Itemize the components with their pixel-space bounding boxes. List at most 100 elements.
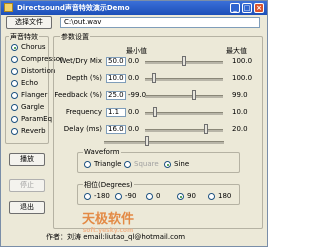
effect-option-distortion[interactable]: Distortion (11, 67, 55, 77)
radio-button[interactable] (164, 161, 171, 168)
param-slider-thumb[interactable] (153, 107, 157, 117)
waveform-option-label: Sine (174, 160, 190, 168)
effect-option-label: Chorus (21, 43, 46, 51)
param-min: 0.0 (128, 125, 140, 133)
phase-option[interactable]: 0 (146, 192, 176, 202)
extra-slider-thumb[interactable] (145, 136, 149, 146)
radio-button[interactable] (11, 104, 18, 111)
param-min: 0.0 (128, 74, 140, 82)
radio-button[interactable] (84, 193, 91, 200)
radio-button[interactable] (208, 193, 215, 200)
extra-slider-track[interactable] (104, 141, 224, 144)
effect-option-reverb[interactable]: Reverb (11, 127, 49, 137)
watermark-text: 天极软件 (81, 212, 134, 227)
param-slider-thumb[interactable] (204, 124, 208, 134)
phase-option[interactable]: -180 (84, 192, 114, 202)
param-max: 99.0 (232, 91, 248, 99)
effect-option-flanger[interactable]: Flanger (11, 91, 49, 101)
effect-option-label: Flanger (21, 91, 48, 99)
radio-button[interactable] (11, 44, 18, 51)
phase-option-label: 180 (218, 192, 232, 200)
param-min: -99.0 (128, 91, 147, 99)
effect-option-label: ParamEq (21, 115, 53, 123)
phase-option-label: 90 (187, 192, 196, 200)
param-value-field[interactable]: 25.0 (106, 91, 126, 100)
param-value-field[interactable]: 1.1 (106, 108, 126, 117)
radio-button[interactable] (11, 80, 18, 87)
phase-option[interactable]: 90 (177, 192, 207, 202)
effect-option-echo[interactable]: Echo (11, 79, 49, 89)
phase-option[interactable]: -90 (115, 192, 145, 202)
effect-option-label: Gargle (21, 103, 45, 111)
phase-option-label: -90 (125, 192, 137, 200)
file-path-field[interactable]: C:\out.wav (60, 17, 260, 28)
param-slider-track[interactable] (145, 95, 223, 98)
effects-group-title: 声音特效 (9, 32, 39, 42)
phase-option-label: -180 (94, 192, 110, 200)
phase-option[interactable]: 180 (208, 192, 238, 202)
param-min: 0.0 (128, 57, 140, 65)
effect-option-label: Distortion (21, 67, 56, 75)
param-slider-track[interactable] (145, 129, 223, 132)
waveform-option-sine[interactable]: Sine (164, 160, 202, 170)
app-window: Directsound声音特效演示Demo _ □ × 选择文件 C:\out.… (0, 0, 268, 247)
radio-button[interactable] (124, 161, 131, 168)
param-min: 0.0 (128, 108, 140, 116)
effect-option-compressor[interactable]: Compressor (11, 55, 63, 65)
effects-group: 声音特效 Chorus Compressor Distortion Echo Flang… (5, 32, 63, 144)
radio-button[interactable] (177, 193, 184, 200)
param-label: Wet/Dry Mix (59, 57, 102, 65)
param-label: Depth (%) (66, 74, 102, 82)
app-icon (4, 3, 13, 12)
waveform-group: Waveform Triangle Square Sine (77, 148, 240, 173)
author-footer: 作者：刘涛 email:liutao_ql@hotmail.com (46, 233, 186, 241)
param-slider-thumb[interactable] (182, 56, 186, 66)
params-group-title: 参数设置 (60, 32, 90, 42)
param-slider-track[interactable] (145, 78, 223, 81)
stop-button[interactable]: 停止 (9, 179, 45, 192)
effect-option-chorus[interactable]: Chorus (11, 43, 49, 53)
param-label: Feedback (%) (54, 91, 102, 99)
effect-option-label: Reverb (21, 127, 46, 135)
radio-button[interactable] (11, 128, 18, 135)
effect-option-gargle[interactable]: Gargle (11, 103, 49, 113)
maximize-button[interactable]: □ (242, 3, 252, 13)
close-button[interactable]: × (254, 3, 264, 13)
effect-option-parameq[interactable]: ParamEq (11, 115, 53, 125)
radio-button[interactable] (11, 56, 18, 63)
radio-button[interactable] (115, 193, 122, 200)
radio-button[interactable] (11, 116, 18, 123)
phase-option-label: 0 (156, 192, 161, 200)
radio-button[interactable] (11, 92, 18, 99)
phase-group-title: 相位(Degrees) (83, 180, 134, 190)
waveform-option-triangle[interactable]: Triangle (84, 160, 122, 170)
param-label: Frequency (65, 108, 102, 116)
param-value-field[interactable]: 16.0 (106, 125, 126, 134)
param-max: 100.0 (232, 57, 253, 65)
exit-button[interactable]: 退出 (9, 201, 45, 214)
param-max: 10.0 (232, 108, 248, 116)
waveform-option-label: Triangle (94, 160, 122, 168)
min-header: 最小值 (126, 47, 147, 55)
waveform-option-label: Square (134, 160, 159, 168)
param-label: Delay (ms) (63, 125, 102, 133)
phase-group: 相位(Degrees) -180 -90 0 90 180 (77, 180, 240, 205)
param-max: 100.0 (232, 74, 253, 82)
title-bar[interactable]: Directsound声音特效演示Demo _ □ × (1, 1, 267, 15)
radio-button[interactable] (146, 193, 153, 200)
radio-button[interactable] (11, 68, 18, 75)
param-max: 20.0 (232, 125, 248, 133)
max-header: 最大值 (226, 47, 247, 55)
watermark: 天极软件 soft.yesky.com (65, 208, 151, 234)
waveform-group-title: Waveform (83, 148, 121, 156)
window-title: Directsound声音特效演示Demo (17, 4, 130, 12)
param-value-field[interactable]: 50.0 (106, 57, 126, 66)
minimize-button[interactable]: _ (230, 3, 240, 13)
param-value-field[interactable]: 10.0 (106, 74, 126, 83)
waveform-option-square[interactable]: Square (124, 160, 162, 170)
param-slider-thumb[interactable] (152, 73, 156, 83)
select-file-button[interactable]: 选择文件 (6, 16, 52, 29)
radio-button[interactable] (84, 161, 91, 168)
play-button[interactable]: 播放 (9, 153, 45, 166)
param-slider-thumb[interactable] (192, 90, 196, 100)
